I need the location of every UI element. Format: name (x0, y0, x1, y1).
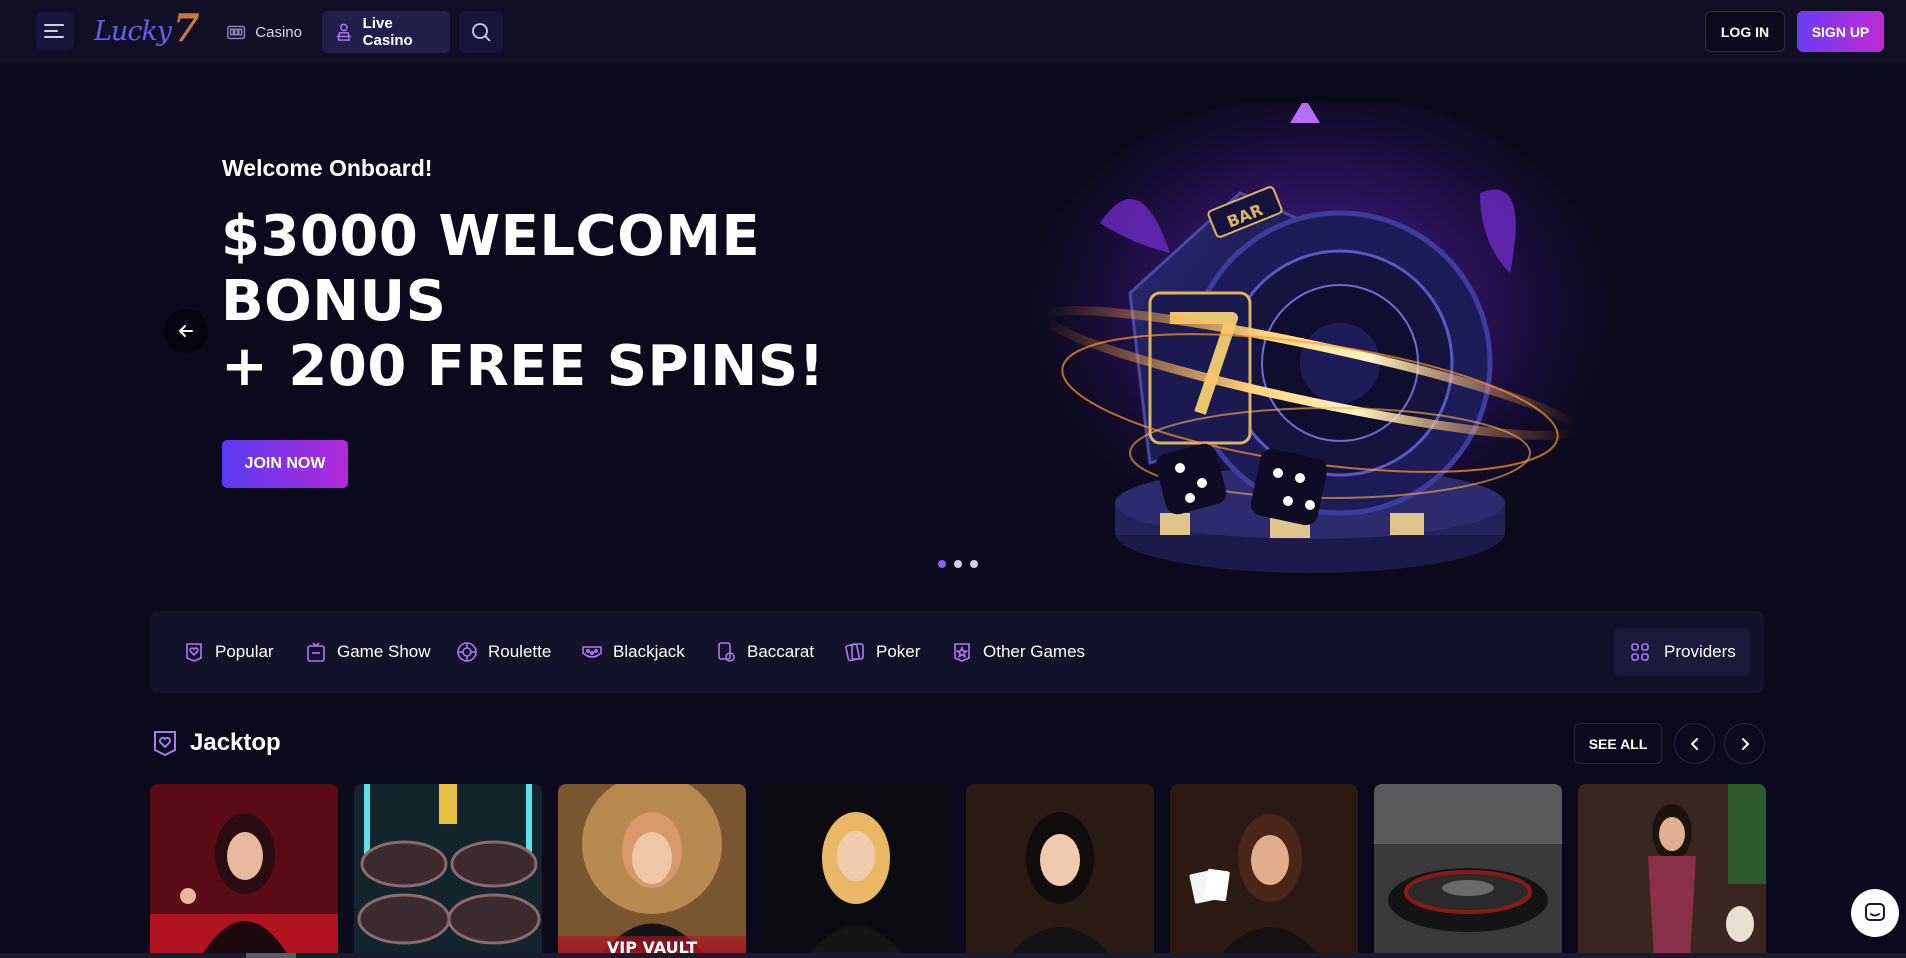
category-popular[interactable]: Popular (183, 611, 274, 693)
roulette-icon (457, 642, 477, 662)
menu-button[interactable] (36, 12, 74, 50)
game-card[interactable] (150, 784, 338, 958)
cards-icon (582, 646, 602, 658)
nav-casino[interactable]: Casino (214, 11, 314, 53)
hamburger-icon (44, 24, 64, 38)
hero-title: $3000 WELCOME BONUS + 200 FREE SPINS! (221, 204, 841, 399)
game-thumbnail (966, 784, 1154, 958)
category-label: Poker (876, 642, 921, 661)
search-button[interactable] (459, 11, 503, 53)
slot-machine-illustration: BAR (1020, 103, 1610, 573)
game-carousel: VIP VAULT (150, 784, 1766, 958)
game-thumbnail (1170, 784, 1358, 958)
carousel-next-button[interactable] (1724, 723, 1765, 764)
game-thumbnail (150, 784, 338, 958)
hero-banner: Welcome Onboard! $3000 WELCOME BONUS + 2… (0, 63, 1906, 603)
carousel-dot[interactable] (970, 560, 978, 568)
game-card[interactable] (1374, 784, 1562, 958)
category-roulette[interactable]: Roulette (456, 611, 551, 693)
category-label: Other Games (983, 642, 1086, 661)
game-card[interactable] (762, 784, 950, 958)
scrollbar-thumb[interactable] (246, 953, 296, 958)
nav-live-casino[interactable]: Live Casino (322, 11, 450, 53)
signup-button[interactable]: SIGN UP (1797, 11, 1884, 52)
star-badge-icon (954, 643, 970, 662)
tv-icon (307, 642, 325, 662)
providers-label: Providers (1664, 642, 1736, 661)
game-thumbnail (762, 784, 950, 958)
game-card[interactable] (354, 784, 542, 958)
game-card[interactable] (1578, 784, 1766, 958)
chevron-right-icon (1741, 737, 1749, 750)
game-card[interactable] (1170, 784, 1358, 958)
arrow-left-icon (179, 325, 193, 337)
nav-casino-label: Casino (255, 23, 302, 41)
category-label: Baccarat (747, 642, 815, 661)
logo-text: Lucky (94, 15, 172, 47)
search-icon (472, 23, 491, 42)
see-all-button[interactable]: SEE ALL (1574, 723, 1662, 764)
login-button[interactable]: LOG IN (1705, 11, 1785, 52)
carousel-dot[interactable] (938, 560, 946, 568)
category-label: Popular (215, 642, 274, 661)
join-now-button[interactable]: JOIN NOW (222, 440, 348, 488)
dealer-icon (336, 23, 351, 41)
baccarat-icon (718, 642, 735, 662)
carousel-prev-button[interactable] (1674, 723, 1715, 764)
category-label: Game Show (337, 642, 431, 661)
game-thumbnail (1578, 784, 1766, 958)
heart-badge-icon (186, 643, 202, 662)
grid-icon (1631, 643, 1649, 661)
carousel-dot[interactable] (954, 560, 962, 568)
category-other-games[interactable]: Other Games (951, 611, 1085, 693)
category-label: Blackjack (613, 642, 685, 661)
hero-prev-button[interactable] (164, 309, 208, 353)
chevron-left-icon (1690, 737, 1698, 750)
hero-subtitle: Welcome Onboard! (222, 155, 433, 181)
game-card[interactable]: VIP VAULT (558, 784, 746, 958)
category-game-show[interactable]: Game Show (305, 611, 431, 693)
heart-badge-icon (154, 731, 176, 757)
nav-live-casino-label: Live Casino (362, 15, 413, 49)
category-blackjack[interactable]: Blackjack (581, 611, 685, 693)
logo-number: 7 (173, 4, 200, 50)
poker-icon (845, 643, 864, 662)
game-thumbnail (354, 784, 542, 958)
game-card[interactable] (966, 784, 1154, 958)
category-bar: Popular Game Show Roulette Blackjack Bac… (150, 611, 1764, 693)
hero-title-line: $3000 WELCOME (221, 204, 761, 269)
category-poker[interactable]: Poker (844, 611, 920, 693)
site-logo[interactable]: Lucky 7 (94, 5, 200, 52)
providers-button[interactable]: Providers (1614, 628, 1750, 676)
chat-icon (1865, 903, 1885, 921)
game-thumbnail (1374, 784, 1562, 958)
chat-button[interactable] (1851, 889, 1899, 937)
game-thumbnail (558, 784, 746, 958)
category-baccarat[interactable]: Baccarat (715, 611, 814, 693)
category-label: Roulette (488, 642, 552, 661)
hero-title-line: BONUS (221, 269, 447, 334)
section-title: Jacktop (190, 729, 281, 756)
hero-title-line: + 200 FREE SPINS! (221, 334, 825, 399)
top-bar: Lucky 7 Casino Live Casino LOG IN SIGN U… (0, 0, 1906, 63)
carousel-dots (938, 560, 978, 568)
slot-machine-icon (227, 25, 246, 40)
